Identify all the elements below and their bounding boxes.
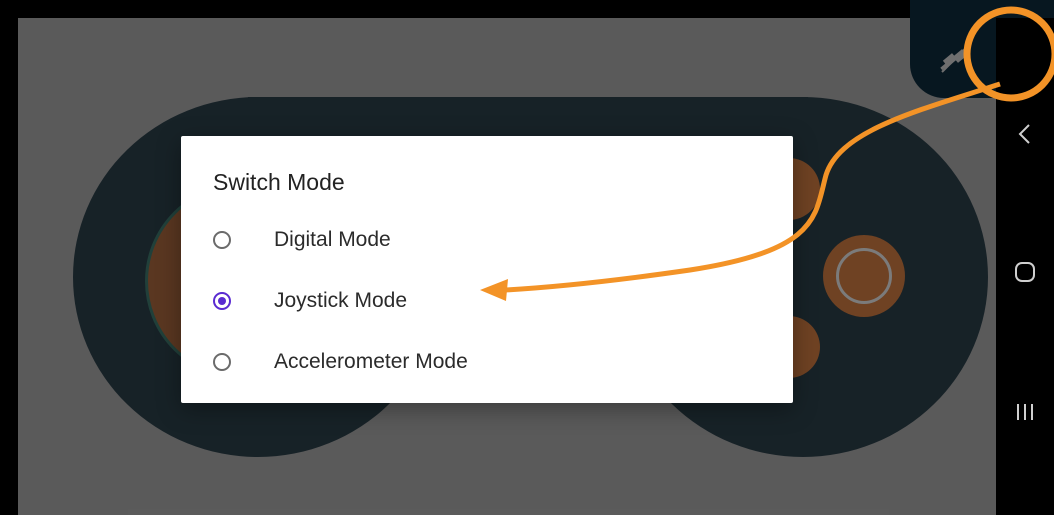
option-label: Accelerometer Mode (274, 350, 468, 373)
recents-button[interactable] (996, 384, 1054, 440)
option-label: Digital Mode (274, 228, 391, 251)
switch-mode-dialog: Switch Mode Digital Mode Joystick Mode A… (181, 136, 793, 403)
back-button[interactable] (996, 106, 1054, 162)
radio-unchecked-icon[interactable] (213, 353, 231, 371)
option-digital-mode[interactable]: Digital Mode (213, 218, 391, 262)
plug-disconnect-icon[interactable] (938, 42, 972, 76)
radio-unchecked-icon[interactable] (213, 231, 231, 249)
radio-checked-icon[interactable] (213, 292, 231, 310)
option-label: Joystick Mode (274, 289, 408, 312)
option-joystick-mode[interactable]: Joystick Mode (213, 279, 407, 323)
recents-icon (1017, 404, 1033, 420)
option-accelerometer-mode[interactable]: Accelerometer Mode (213, 340, 468, 384)
dialog-title: Switch Mode (213, 169, 345, 195)
home-button[interactable] (996, 244, 1054, 300)
home-icon (1015, 262, 1035, 282)
system-nav-bar (996, 18, 1054, 515)
screenshot-frame: Switch Mode Digital Mode Joystick Mode A… (0, 0, 1054, 515)
back-icon (1018, 124, 1030, 144)
